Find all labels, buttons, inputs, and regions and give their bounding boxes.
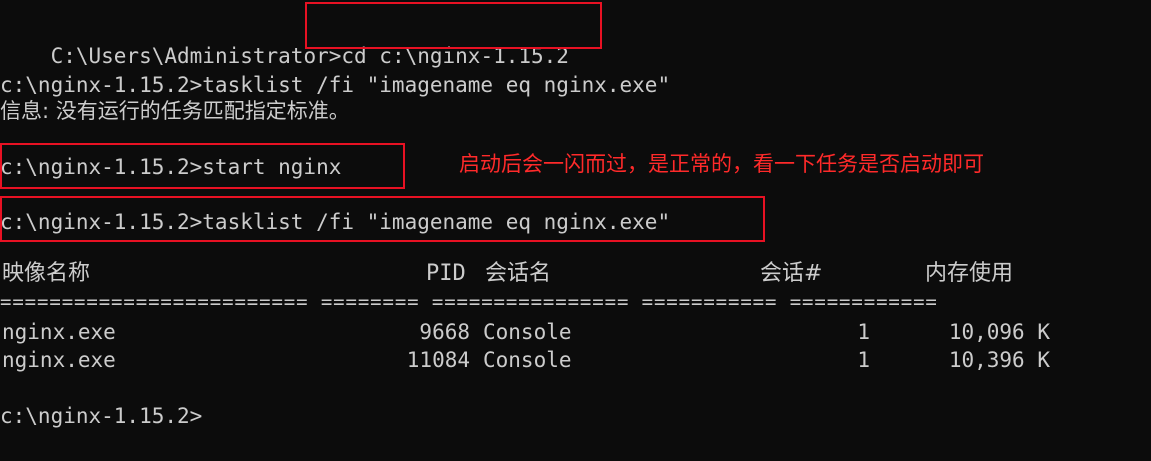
- header-session-name: 会话名: [485, 261, 552, 286]
- row-image-name: nginx.exe: [2, 348, 116, 372]
- row-pid: 9668: [419, 320, 470, 344]
- tasklist-command-1: c:\nginx-1.15.2>tasklist /fi "imagename …: [0, 73, 671, 97]
- table-row: nginx.exe 11084 Console 1 10,396 K: [0, 346, 1151, 374]
- prompt-path: C:\Users\Administrator>: [50, 44, 342, 68]
- header-session-num: 会话#: [760, 261, 823, 286]
- row-session-num: 1: [857, 348, 870, 372]
- terminal-window[interactable]: C:\Users\Administrator>cd c:\nginx-1.15.…: [0, 0, 1151, 461]
- table-separator: ========================= ======== =====…: [0, 291, 938, 313]
- header-pid: PID: [426, 261, 466, 286]
- row-mem-usage: 10,096 K: [948, 320, 1050, 344]
- row-image-name: nginx.exe: [2, 320, 116, 344]
- highlight-box-cd: [305, 2, 602, 49]
- row-session-name: Console: [483, 348, 572, 372]
- row-session-name: Console: [483, 320, 572, 344]
- row-pid: 11084: [406, 348, 470, 372]
- row-mem-usage: 10,396 K: [948, 348, 1050, 372]
- highlight-box-tasklist: [0, 196, 765, 242]
- info-message: 信息: 没有运行的任务匹配指定标准。: [0, 99, 350, 123]
- header-image-name: 映像名称: [2, 261, 91, 286]
- annotation-note: 启动后会一闪而过，是正常的，看一下任务是否启动即可: [459, 152, 984, 176]
- row-session-num: 1: [857, 320, 870, 344]
- table-header: 映像名称 PID 会话名 会话# 内存使用: [0, 260, 1151, 288]
- highlight-box-start: [0, 143, 405, 189]
- table-row: nginx.exe 9668 Console 1 10,096 K: [0, 318, 1151, 346]
- current-prompt[interactable]: c:\nginx-1.15.2>: [0, 402, 202, 430]
- header-mem-usage: 内存使用: [925, 261, 1014, 286]
